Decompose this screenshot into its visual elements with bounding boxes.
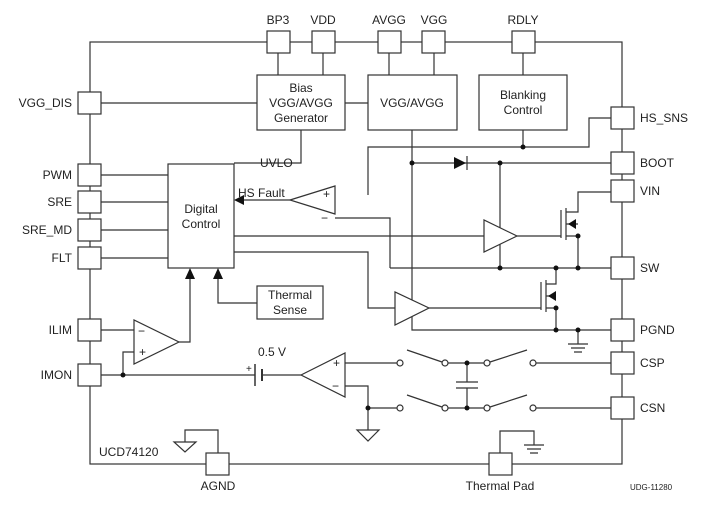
svg-text:ILIM: ILIM — [49, 323, 72, 337]
svg-text:RDLY: RDLY — [507, 13, 538, 27]
svg-text:SW: SW — [640, 261, 660, 275]
vgg-avgg-block: VGG/AVGG — [367, 74, 458, 131]
svg-text:Digital: Digital — [184, 202, 217, 216]
hs-fault-label: HS Fault — [238, 186, 285, 200]
part-name: UCD74120 — [99, 445, 159, 459]
svg-text:BP3: BP3 — [267, 13, 290, 27]
svg-text:Bias: Bias — [289, 81, 312, 95]
blanking-control-block: Blanking Control — [478, 74, 568, 131]
svg-text:CSN: CSN — [640, 401, 665, 415]
svg-text:VGG/AVGG: VGG/AVGG — [380, 96, 444, 110]
svg-text:Thermal: Thermal — [268, 288, 312, 302]
svg-text:FLT: FLT — [52, 251, 73, 265]
minus-sign: − — [138, 324, 145, 338]
plus-sign: + — [333, 356, 340, 370]
plus-sign: + — [139, 345, 146, 359]
digital-control-block: Digital Control — [167, 163, 235, 269]
block-diagram: + − − + + − + 0.5 V Bias VGG/AVGG Genera… — [19, 13, 688, 493]
minus-sign: − — [321, 211, 328, 225]
uvlo-label: UVLO — [260, 156, 293, 170]
right-pins: HS_SNS BOOT VIN SW PGND CSP CSN — [610, 106, 688, 420]
bias-generator-block: Bias VGG/AVGG Generator — [256, 74, 346, 131]
svg-text:HS_SNS: HS_SNS — [640, 111, 688, 125]
bottom-pins: AGND Thermal Pad — [201, 452, 535, 493]
svg-text:Control: Control — [504, 103, 543, 117]
svg-text:Thermal Pad: Thermal Pad — [466, 479, 535, 493]
svg-text:PWM: PWM — [43, 168, 72, 182]
svg-text:AGND: AGND — [201, 479, 236, 493]
svg-text:Blanking: Blanking — [500, 88, 546, 102]
svg-text:VDD: VDD — [310, 13, 336, 27]
svg-text:PGND: PGND — [640, 323, 675, 337]
svg-text:Generator: Generator — [274, 111, 328, 125]
minus-sign: − — [332, 379, 339, 393]
left-pins: VGG_DIS PWM SRE SRE_MD FLT ILIM IMON — [19, 91, 102, 387]
svg-text:VGG/AVGG: VGG/AVGG — [269, 96, 333, 110]
svg-text:VIN: VIN — [640, 184, 660, 198]
bootstrap-diode — [454, 157, 466, 169]
battery-plus: + — [246, 364, 252, 375]
svg-text:Sense: Sense — [273, 303, 307, 317]
svg-text:BOOT: BOOT — [640, 156, 675, 170]
svg-text:AVGG: AVGG — [372, 13, 406, 27]
figure-id: UDG-11280 — [630, 483, 673, 492]
svg-text:IMON: IMON — [41, 368, 72, 382]
svg-text:VGG_DIS: VGG_DIS — [19, 96, 72, 110]
svg-text:CSP: CSP — [640, 356, 665, 370]
svg-text:SRE_MD: SRE_MD — [22, 223, 72, 237]
svg-text:SRE: SRE — [47, 195, 72, 209]
svg-text:VGG: VGG — [421, 13, 448, 27]
plus-sign: + — [323, 187, 330, 201]
reference-voltage-label: 0.5 V — [258, 345, 286, 359]
svg-text:Control: Control — [182, 217, 221, 231]
top-pins: BP3 VDD AVGG VGG RDLY — [266, 13, 539, 54]
thermal-sense-block: Thermal Sense — [256, 285, 324, 320]
